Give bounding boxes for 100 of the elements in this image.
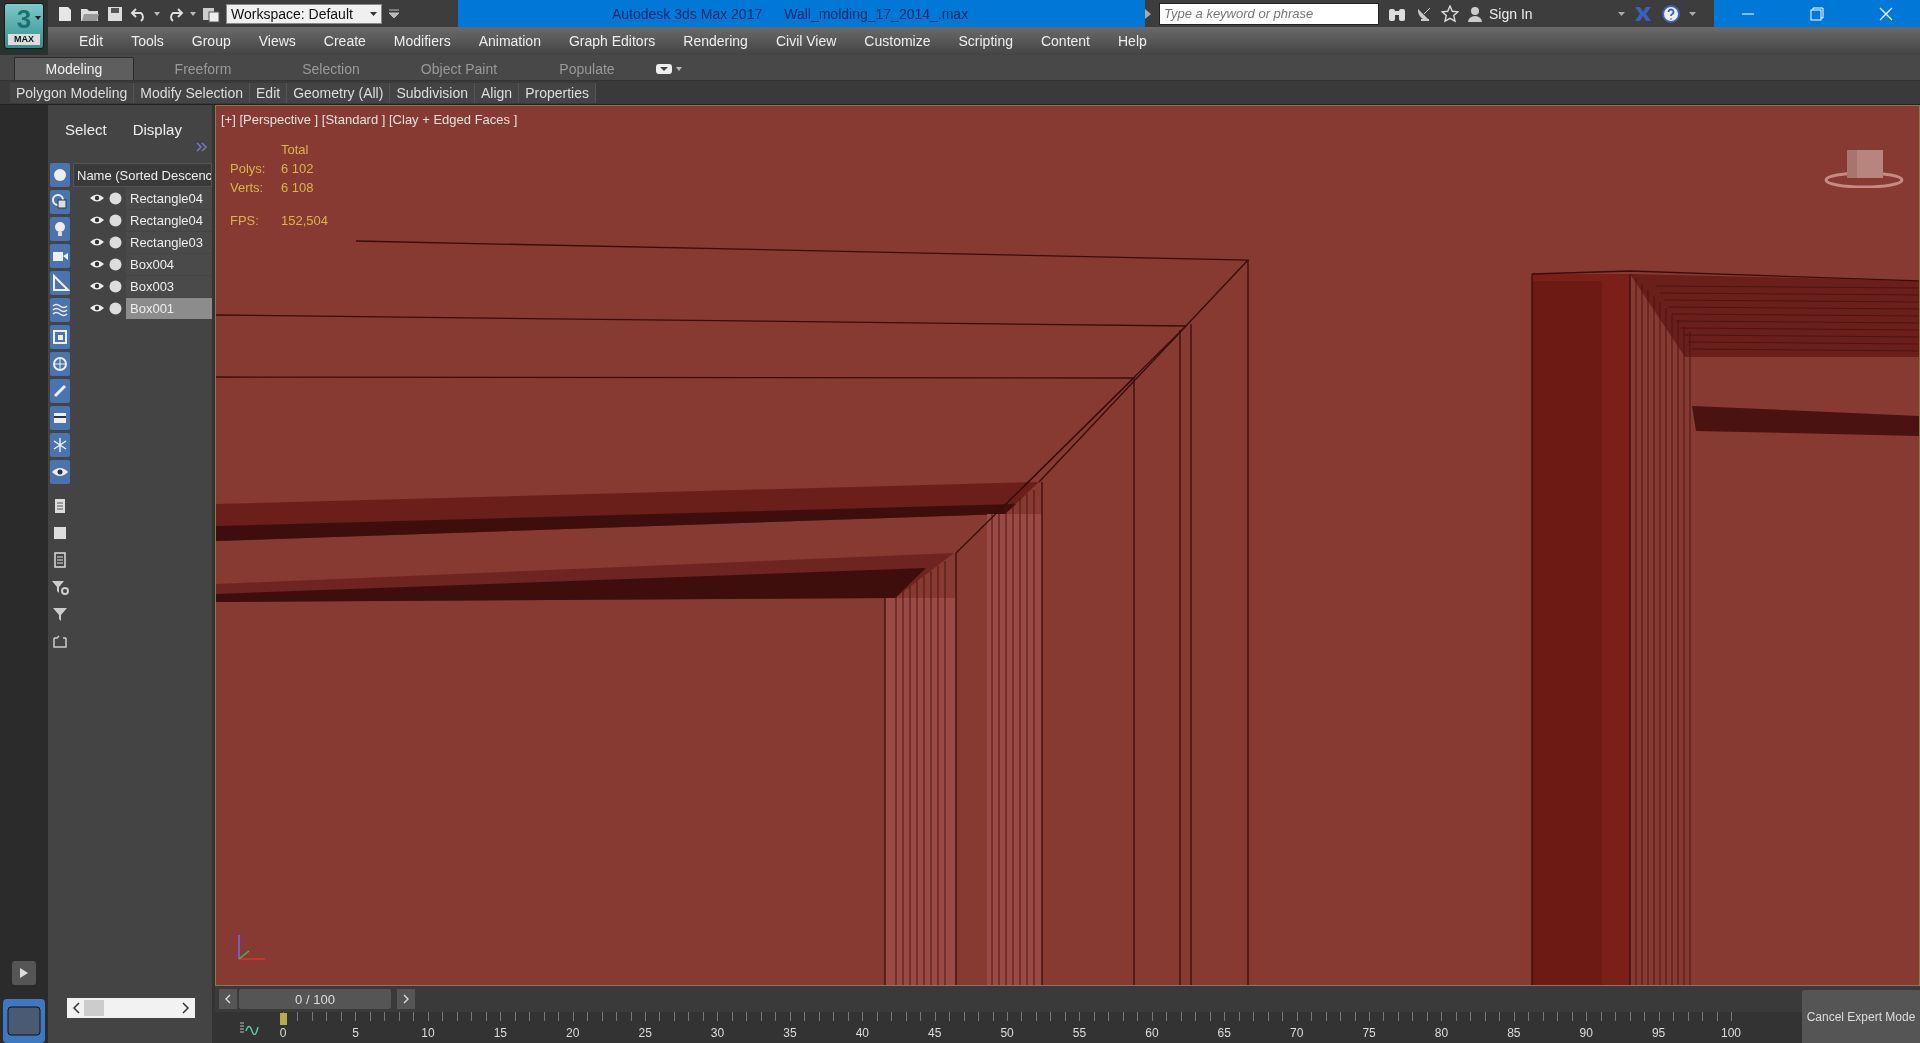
frame-number: 85: [1507, 1026, 1521, 1040]
object-dot-icon[interactable]: [109, 279, 122, 293]
layer-icon[interactable]: [50, 406, 70, 430]
caret-icon: [35, 16, 41, 20]
viewport-layout-button[interactable]: [3, 999, 45, 1043]
stat-value: 152,504: [281, 213, 328, 228]
search-field[interactable]: Type a keyword or phrase: [1159, 2, 1379, 25]
panel-tab[interactable]: Display: [132, 121, 182, 141]
caret-icon[interactable]: [1618, 11, 1625, 16]
ribbon-panel-tab[interactable]: Properties: [519, 82, 596, 103]
scene-object-item[interactable]: Box003: [126, 275, 212, 297]
eye-icon[interactable]: [50, 460, 70, 484]
curve-editor-icon[interactable]: [239, 1020, 259, 1035]
menu-item[interactable]: Customize: [850, 33, 945, 49]
frame-number: 95: [1651, 1026, 1666, 1040]
scene-object-item[interactable]: Box004: [126, 253, 212, 275]
object-dot-icon[interactable]: [109, 213, 122, 227]
expand-menu-icon[interactable]: [388, 6, 400, 21]
stat-value: 6 102: [281, 161, 315, 176]
object-dot-icon[interactable]: [109, 301, 122, 315]
frame-number: 50: [1000, 1026, 1014, 1040]
menu-item[interactable]: Help: [1104, 33, 1161, 49]
menu-item[interactable]: Tools: [117, 33, 178, 49]
menu-item[interactable]: Edit: [65, 33, 118, 49]
play-button[interactable]: [12, 961, 36, 985]
snowflake-icon[interactable]: [50, 433, 70, 457]
eye-icon[interactable]: [89, 302, 105, 314]
save-icon[interactable]: [106, 4, 124, 23]
menu-item[interactable]: Modifiers: [379, 33, 465, 49]
eye-icon[interactable]: [89, 280, 105, 292]
play-icon: [20, 968, 28, 978]
frame-number: 40: [855, 1026, 869, 1040]
eye-icon[interactable]: [89, 236, 105, 248]
ribbon-panel-tab[interactable]: Geometry (All): [287, 82, 391, 103]
caret-icon[interactable]: [190, 11, 196, 16]
stat-label: Verts:: [230, 180, 265, 195]
star-icon[interactable]: [1441, 4, 1459, 23]
next-frame-button[interactable]: [397, 989, 415, 1009]
object-dot-icon[interactable]: [109, 191, 122, 205]
frame-number: 65: [1217, 1026, 1231, 1040]
frame-number: 30: [710, 1026, 725, 1040]
previous-frame-button[interactable]: [219, 989, 237, 1009]
eye-icon[interactable]: [89, 258, 105, 270]
ribbon-panel-tab[interactable]: Align: [475, 82, 520, 103]
menu-item[interactable]: Rendering: [669, 33, 762, 49]
bone-icon[interactable]: [50, 379, 70, 403]
caret-icon: [370, 11, 377, 16]
waves-icon[interactable]: [50, 298, 70, 322]
scrollbar-thumb[interactable]: [84, 1000, 104, 1016]
frame-number: 100: [1721, 1026, 1741, 1040]
new-file-icon[interactable]: [56, 4, 74, 23]
chevron-right-icon: [403, 994, 409, 1004]
set-square-icon[interactable]: [50, 271, 70, 295]
scene-object-item[interactable]: Rectangle03: [126, 231, 212, 253]
light-bulb-icon[interactable]: [50, 217, 70, 241]
menu-item[interactable]: Content: [1026, 33, 1104, 49]
shapes-icon[interactable]: [50, 190, 70, 214]
panel-tab[interactable]: Select: [65, 121, 107, 141]
ribbon-panel-tab[interactable]: Edit: [250, 82, 288, 103]
menu-item[interactable]: Views: [244, 33, 310, 49]
scene-object-item[interactable]: Rectangle04: [126, 187, 212, 209]
ribbon-panel-tab[interactable]: Modify Selection: [134, 82, 250, 103]
menu-item[interactable]: Graph Editors: [554, 33, 670, 49]
ribbon-panel-tab[interactable]: Subdivision: [390, 82, 475, 103]
chevron-right-icon[interactable]: [182, 1002, 190, 1014]
menu-item[interactable]: Animation: [464, 33, 555, 49]
frame-number: 15: [493, 1026, 508, 1040]
restore-icon[interactable]: [1810, 6, 1824, 21]
close-icon[interactable]: [1878, 6, 1893, 21]
viewport-label[interactable]: [+] [Perspective ] [Standard ] [Clay + Edged Faces ]: [221, 112, 518, 127]
caret-icon[interactable]: [1689, 11, 1696, 16]
sign-in-button[interactable]: Sign In: [1467, 4, 1533, 23]
caret-icon[interactable]: [154, 11, 160, 16]
menu-item[interactable]: Create: [309, 33, 380, 49]
ribbon-panel-tab[interactable]: Polygon Modeling: [10, 82, 135, 103]
menu-item[interactable]: Civil View: [761, 33, 851, 49]
frame-number: 5: [352, 1026, 359, 1040]
help-icon[interactable]: [1661, 3, 1681, 24]
scene-object-item[interactable]: Rectangle04: [126, 209, 212, 231]
ribbon-toggle-icon[interactable]: [656, 63, 682, 75]
eye-icon[interactable]: [89, 192, 105, 204]
eye-icon[interactable]: [89, 214, 105, 226]
camera-icon[interactable]: [50, 244, 70, 268]
chevron-left-icon[interactable]: [72, 1002, 80, 1014]
app-logo-button[interactable]: 3 MAX: [4, 3, 44, 49]
horizontal-scrollbar[interactable]: [67, 998, 195, 1018]
menu-item[interactable]: Group: [177, 33, 245, 49]
double-chevron-icon[interactable]: [196, 142, 208, 152]
ribbon-tab[interactable]: Modeling: [14, 57, 134, 80]
container-icon[interactable]: [50, 325, 70, 349]
menu-item[interactable]: Scripting: [944, 33, 1027, 49]
frame-number: 60: [1145, 1026, 1159, 1040]
expand-arrow-icon[interactable]: [1145, 8, 1151, 19]
object-dot-icon[interactable]: [109, 235, 122, 249]
cancel-expert-mode-button[interactable]: Cancel Expert Mode: [1802, 990, 1920, 1043]
column-header[interactable]: Name (Sorted Descenc: [73, 163, 212, 187]
workspace-dropdown[interactable]: Workspace: Default: [226, 3, 382, 24]
object-dot-icon[interactable]: [109, 257, 122, 271]
frame-number: 55: [1072, 1026, 1087, 1040]
globe-icon[interactable]: [50, 352, 70, 376]
